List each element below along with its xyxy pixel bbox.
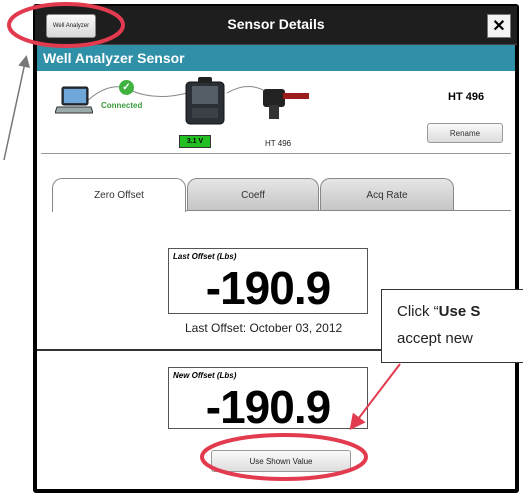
callout-bold: Use S (438, 303, 481, 320)
use-shown-value-button[interactable]: Use Shown Value (211, 450, 351, 472)
new-offset-value: -190.9 (205, 381, 331, 433)
connected-check-icon: ✓ (119, 80, 134, 95)
sensor-icon (263, 89, 309, 119)
analyzer-device-icon (185, 77, 225, 125)
laptop-icon (55, 86, 93, 114)
last-offset-date: Last Offset: October 03, 2012 (185, 321, 343, 335)
rename-button[interactable]: Rename (427, 123, 503, 143)
section-header: Well Analyzer Sensor (37, 45, 515, 71)
title-bar: Well Analyzer Sensor Details ✕ (35, 6, 517, 45)
new-offset-label: New Offset (Lbs) (173, 371, 237, 380)
battery-indicator: 3.1 V (179, 135, 211, 148)
dialog-body: Well Analyzer Sensor ✓ Connected 3.1 V H… (37, 45, 515, 489)
annotation-arrow-grey (3, 55, 30, 161)
connection-strip: ✓ Connected 3.1 V HT 496 HT 496 Rename (37, 71, 515, 149)
callout-text-line2: accept new (397, 330, 473, 347)
sensor-details-dialog: Well Analyzer Sensor Details ✕ Well Anal… (33, 4, 519, 493)
sensor-label: HT 496 (265, 139, 292, 148)
callout-text-line1: Click “Use S (397, 303, 480, 320)
close-icon: ✕ (492, 18, 506, 35)
last-offset-value: -190.9 (205, 262, 331, 314)
tab-coeff[interactable]: Coeff (187, 178, 319, 211)
sensor-name: HT 496 (448, 91, 485, 103)
last-offset-readout: Last Offset (Lbs) -190.9 (168, 248, 368, 314)
callout-prefix: Click “ (397, 303, 439, 320)
dialog-title: Sensor Details (227, 16, 325, 32)
tab-zero-offset[interactable]: Zero Offset (52, 178, 186, 212)
connection-status: Connected (101, 101, 143, 110)
new-offset-readout: New Offset (Lbs) -190.9 (168, 367, 368, 433)
close-button[interactable]: ✕ (487, 14, 511, 38)
annotation-callout: Click “Use S accept new (381, 289, 523, 363)
tab-acq-rate[interactable]: Acq Rate (320, 178, 454, 211)
connection-divider (41, 153, 511, 154)
last-offset-label: Last Offset (Lbs) (173, 252, 237, 261)
